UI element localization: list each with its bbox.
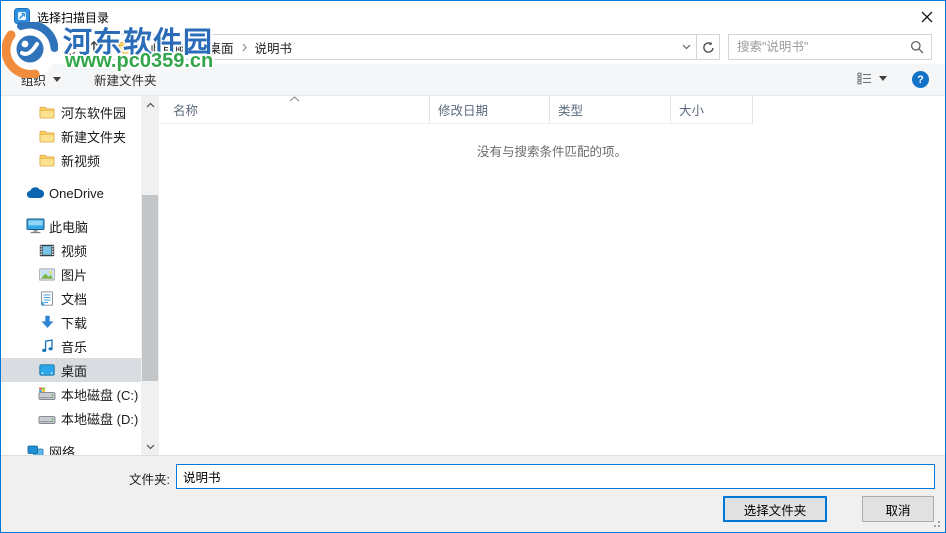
select-folder-button[interactable]: 选择文件夹 (723, 496, 827, 522)
sidebar-item[interactable]: 网络 (1, 439, 141, 455)
sidebar-item-label: 视频 (61, 243, 88, 259)
sidebar-item[interactable]: 文档 (1, 286, 141, 310)
folder-name-input[interactable] (176, 464, 935, 489)
file-list: 名称 修改日期 类型 大小 没有与搜索条件匹配的项。 (159, 96, 945, 455)
address-dropdown-icon[interactable] (676, 44, 696, 50)
sidebar-item-label: 音乐 (61, 339, 88, 355)
sidebar-item[interactable]: 图片 (1, 262, 141, 286)
sidebar-scrollbar (141, 96, 159, 455)
refresh-icon[interactable] (697, 41, 719, 54)
sort-ascending-icon (289, 96, 300, 102)
sidebar-item-label: 桌面 (61, 363, 88, 379)
breadcrumb: 此电脑 桌面 说明书 (134, 38, 297, 57)
sidebar-item-label: 河东软件园 (61, 105, 127, 121)
breadcrumb-item[interactable]: 此电脑 (145, 38, 193, 57)
sidebar-item[interactable]: 本地磁盘 (D:) (1, 406, 141, 430)
videos-icon (37, 244, 57, 257)
command-toolbar: 组织 新建文件夹 ? (1, 64, 945, 96)
view-mode-button[interactable] (857, 72, 887, 85)
sidebar-item-label: 文档 (61, 291, 88, 307)
chevron-down-icon (53, 77, 62, 82)
resize-grip[interactable] (938, 525, 940, 527)
chevron-down-icon (879, 76, 887, 81)
scroll-up-icon[interactable] (141, 96, 159, 113)
dialog-footer: 文件夹: 选择文件夹 取消 (1, 455, 945, 532)
column-headers: 名称 修改日期 类型 大小 (159, 96, 945, 124)
sidebar-item-label: 下载 (61, 315, 88, 331)
organize-button[interactable]: 组织 (21, 64, 62, 95)
sidebar-item[interactable]: 新建文件夹 (1, 124, 141, 148)
documents-icon (37, 290, 57, 306)
window-title: 选择扫描目录 (37, 11, 110, 25)
list-view-icon (857, 72, 871, 85)
sidebar-item[interactable]: 新视频 (1, 148, 141, 172)
folder-icon (37, 130, 57, 143)
sidebar-item[interactable]: OneDrive (1, 181, 141, 205)
back-icon[interactable] (15, 40, 32, 59)
crumb-chevron-icon (242, 43, 247, 52)
organize-label: 组织 (21, 74, 47, 88)
cancel-button[interactable]: 取消 (862, 496, 934, 522)
empty-message: 没有与搜索条件匹配的项。 (476, 145, 627, 159)
folder-icon (37, 154, 57, 167)
new-folder-label: 新建文件夹 (94, 74, 157, 88)
sidebar-item[interactable]: 音乐 (1, 334, 141, 358)
breadcrumb-item[interactable]: 桌面 (204, 38, 239, 57)
sidebar-item[interactable]: 本地磁盘 (C:) (1, 382, 141, 406)
scrollbar-thumb[interactable] (142, 195, 158, 381)
column-header-label: 修改日期 (438, 104, 489, 118)
sidebar-item-label: OneDrive (49, 185, 104, 201)
folder-icon (37, 106, 57, 119)
search-icon (910, 40, 924, 54)
dialog-icon (14, 8, 30, 24)
select-scan-directory-dialog: 选择扫描目录 此电脑 桌面 说明书 搜索"说明书" 组织 新建文件夹 ? 河东软… (0, 0, 946, 533)
sidebar-item-label: 本地磁盘 (C:) (61, 387, 139, 403)
column-header-label: 名称 (173, 104, 199, 118)
up-icon[interactable] (87, 40, 101, 59)
history-chevron-icon[interactable] (67, 44, 76, 62)
address-row: 此电脑 桌面 说明书 (1, 31, 945, 64)
scroll-down-icon[interactable] (141, 438, 159, 455)
address-bar[interactable]: 此电脑 桌面 说明书 (111, 34, 720, 60)
search-box (728, 34, 932, 60)
column-header-label: 类型 (558, 104, 584, 118)
new-folder-button[interactable]: 新建文件夹 (94, 64, 157, 95)
onedrive-cloud-icon (25, 187, 45, 199)
music-icon (37, 339, 57, 353)
sidebar-item-label: 新视频 (61, 153, 101, 169)
breadcrumb-folder-icon (118, 41, 134, 54)
sidebar-item[interactable]: 下载 (1, 310, 141, 334)
column-header-label: 大小 (679, 104, 705, 118)
pictures-icon (37, 268, 57, 281)
help-button[interactable]: ? (912, 71, 929, 88)
sidebar-item-label: 新建文件夹 (61, 129, 127, 145)
sidebar-item-label: 此电脑 (49, 219, 89, 235)
crumb-chevron-icon (137, 43, 142, 52)
sidebar-item-label: 图片 (61, 267, 88, 283)
column-header[interactable]: 名称 (159, 96, 430, 124)
sidebar-item[interactable]: 此电脑 (1, 214, 141, 238)
breadcrumb-item[interactable]: 说明书 (250, 38, 298, 57)
this-pc-icon (25, 218, 45, 234)
folder-name-label: 文件夹: (129, 473, 170, 487)
column-header[interactable]: 类型 (550, 96, 671, 124)
close-icon[interactable] (919, 9, 935, 25)
drive-d-icon (37, 411, 57, 425)
drive-c-icon (37, 387, 57, 401)
crumb-chevron-icon (196, 43, 201, 52)
downloads-icon (37, 315, 57, 329)
network-icon (25, 445, 45, 455)
sidebar-item-label: 网络 (49, 444, 76, 456)
sidebar-item[interactable]: 河东软件园 (1, 100, 141, 124)
column-header[interactable]: 修改日期 (430, 96, 550, 124)
desktop-icon (37, 364, 57, 376)
title-bar: 选择扫描目录 (1, 1, 945, 31)
navigation-pane: 河东软件园新建文件夹新视频 OneDrive 此电脑视频图片文档下载音乐桌面本地磁盘… (1, 96, 141, 455)
column-header[interactable]: 大小 (671, 96, 753, 124)
main-area: 河东软件园新建文件夹新视频 OneDrive 此电脑视频图片文档下载音乐桌面本地磁盘… (1, 96, 945, 455)
search-input[interactable] (729, 40, 910, 54)
sidebar-item[interactable]: 视频 (1, 238, 141, 262)
sidebar-item-label: 本地磁盘 (D:) (61, 411, 139, 427)
sidebar-item[interactable]: 桌面 (1, 358, 141, 382)
